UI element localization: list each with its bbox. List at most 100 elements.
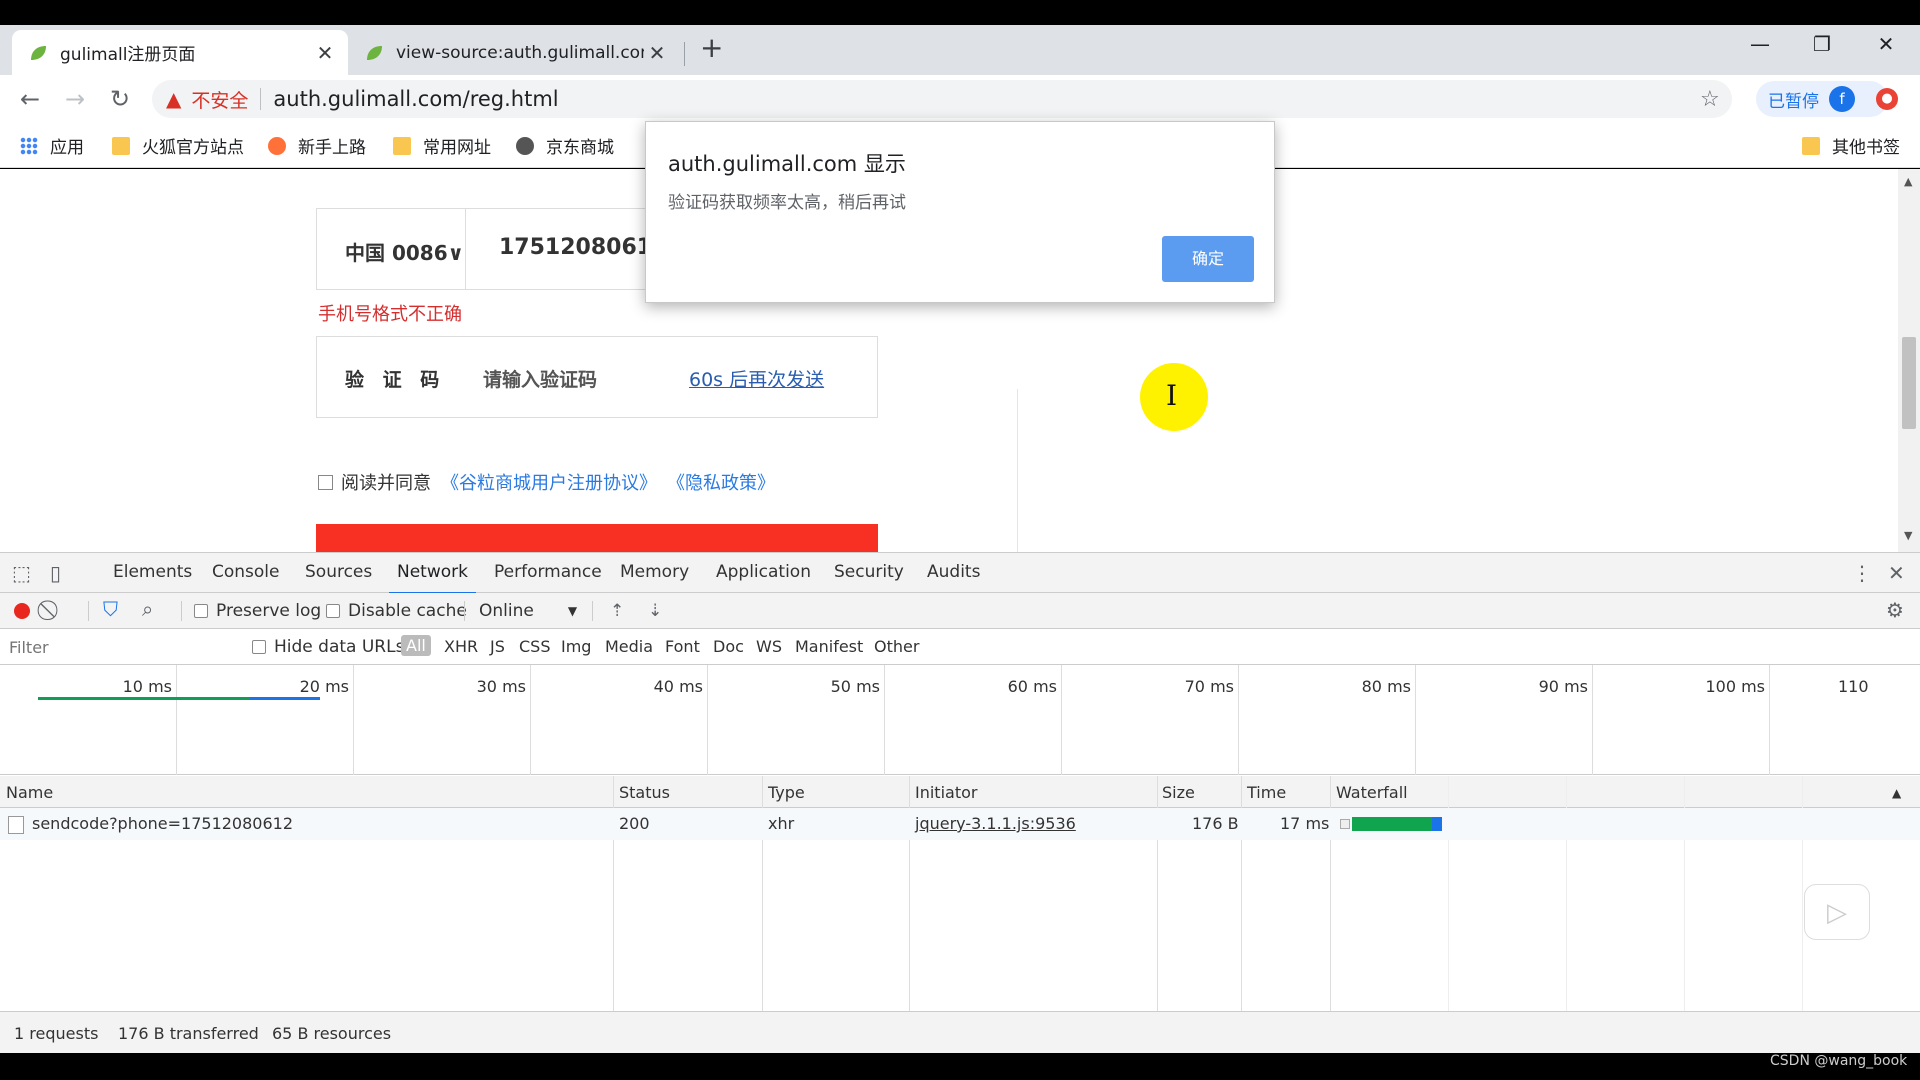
hide-data-urls-checkbox[interactable]	[252, 640, 266, 654]
page-scrollbar[interactable]: ▲ ▼	[1898, 169, 1920, 552]
user-agreement-link[interactable]: 《谷粒商城用户注册协议》	[441, 469, 657, 495]
filter-type-manifest[interactable]: Manifest	[795, 637, 863, 656]
bookmark-common-sites[interactable]: 常用网址	[393, 133, 491, 158]
tab-close-icon[interactable]: ✕	[312, 41, 338, 65]
tab-sources[interactable]: Sources	[305, 562, 372, 582]
scrollbar-thumb[interactable]	[1902, 337, 1916, 429]
timeline-tick-label: 20 ms	[299, 677, 349, 696]
request-initiator-link[interactable]: jquery-3.1.1.js:9536	[915, 814, 1076, 833]
export-har-icon[interactable]: ⇣	[648, 601, 662, 621]
table-row[interactable]: sendcode?phone=17512080612 200 xhr jquer…	[0, 808, 1920, 840]
filter-input[interactable]	[0, 633, 236, 661]
video-play-icon[interactable]: ▷	[1804, 884, 1870, 940]
tab-view-source[interactable]: view-source:auth.gulimall.com ✕	[348, 30, 680, 75]
tab-elements[interactable]: Elements	[113, 562, 192, 582]
toolbar-separator	[181, 601, 182, 621]
phone-input[interactable]: 17512080612	[499, 235, 667, 260]
tab-console[interactable]: Console	[212, 562, 280, 582]
country-code-select[interactable]: 中国 0086∨	[345, 237, 464, 266]
devtools-close-icon[interactable]: ✕	[1888, 561, 1905, 585]
reload-icon[interactable]: ↻	[104, 83, 136, 115]
preserve-log-toggle[interactable]: Preserve log	[194, 601, 321, 621]
tab-title: view-source:auth.gulimall.com	[396, 42, 644, 63]
column-name[interactable]: Name	[6, 783, 53, 802]
code-input[interactable]: 请输入验证码	[483, 365, 597, 392]
forward-arrow-icon[interactable]: →	[59, 83, 91, 115]
filter-type-ws[interactable]: WS	[756, 637, 782, 656]
import-har-icon[interactable]: ⇡	[610, 601, 624, 621]
filter-type-xhr[interactable]: XHR	[444, 637, 478, 656]
waterfall-waiting-bar[interactable]	[1352, 817, 1438, 831]
column-size[interactable]: Size	[1162, 783, 1195, 802]
filter-type-doc[interactable]: Doc	[713, 637, 744, 656]
column-status[interactable]: Status	[619, 783, 670, 802]
waterfall-queue-bar	[1340, 819, 1350, 829]
bookmark-apps[interactable]: 应用	[20, 133, 84, 158]
timeline-gridline	[1238, 665, 1239, 775]
tab-title: gulimall注册页面	[60, 45, 196, 65]
tab-security[interactable]: Security	[834, 562, 904, 582]
record-button[interactable]	[14, 603, 30, 619]
profile-button[interactable]: 已暂停 f	[1756, 81, 1888, 117]
throttle-value: Online	[479, 601, 534, 621]
disable-cache-checkbox[interactable]	[326, 604, 340, 618]
scroll-down-icon[interactable]: ▼	[1904, 529, 1912, 542]
column-initiator[interactable]: Initiator	[915, 783, 977, 802]
bookmark-jd[interactable]: 京东商城	[516, 133, 614, 158]
agree-checkbox[interactable]	[318, 474, 333, 490]
throttling-select[interactable]: Online ▼	[479, 601, 577, 621]
security-label[interactable]: 不安全	[191, 86, 248, 113]
network-overview-timeline[interactable]: 10 ms 20 ms 30 ms 40 ms 50 ms 60 ms 70 m…	[0, 665, 1920, 775]
tab-audits[interactable]: Audits	[927, 562, 980, 582]
filter-type-all[interactable]: All	[401, 635, 431, 656]
filter-type-other[interactable]: Other	[874, 637, 919, 656]
tab-memory[interactable]: Memory	[620, 562, 689, 582]
new-tab-button[interactable]: +	[700, 34, 723, 62]
alert-ok-button[interactable]: 确定	[1162, 236, 1254, 282]
register-button[interactable]	[316, 524, 878, 552]
back-arrow-icon[interactable]: ←	[14, 83, 46, 115]
settings-gear-icon[interactable]: ⚙	[1886, 598, 1904, 622]
bookmark-label: 常用网址	[423, 138, 491, 158]
resend-code-link[interactable]: 60s 后再次发送	[689, 365, 824, 392]
timeline-gridline	[353, 665, 354, 775]
scroll-up-icon[interactable]: ▲	[1904, 175, 1912, 188]
url-text[interactable]: auth.gulimall.com/reg.html	[273, 87, 558, 111]
filter-type-css[interactable]: CSS	[519, 637, 550, 656]
privacy-policy-link[interactable]: 《隐私政策》	[667, 469, 775, 495]
extension-icon[interactable]: ●	[1876, 88, 1898, 110]
preserve-log-checkbox[interactable]	[194, 604, 208, 618]
disable-cache-toggle[interactable]: Disable cache	[326, 601, 467, 621]
sort-up-icon[interactable]: ▲	[1892, 786, 1901, 800]
timeline-gridline	[1061, 665, 1062, 775]
folder-icon	[393, 136, 411, 155]
window-close-button[interactable]: ✕	[1856, 32, 1916, 56]
filter-type-img[interactable]: Img	[561, 637, 591, 656]
inspect-element-icon[interactable]: ⬚	[12, 561, 31, 585]
address-bar[interactable]: ▲ 不安全 auth.gulimall.com/reg.html	[152, 80, 1732, 118]
filter-type-font[interactable]: Font	[665, 637, 700, 656]
filter-type-js[interactable]: JS	[490, 637, 505, 656]
hide-data-urls-toggle[interactable]: Hide data URLs	[252, 637, 404, 657]
more-options-icon[interactable]: ⋮	[1852, 561, 1872, 585]
bookmark-other[interactable]: 其他书签	[1802, 133, 1900, 158]
filter-type-media[interactable]: Media	[605, 637, 653, 656]
timeline-gridline	[884, 665, 885, 775]
column-waterfall[interactable]: Waterfall	[1336, 783, 1408, 802]
column-time[interactable]: Time	[1247, 783, 1286, 802]
tab-close-icon[interactable]: ✕	[644, 41, 670, 65]
tab-performance[interactable]: Performance	[494, 562, 602, 582]
tab-network[interactable]: Network	[389, 562, 476, 594]
bookmark-getting-started[interactable]: 新手上路	[268, 133, 366, 158]
tab-application[interactable]: Application	[716, 562, 811, 582]
restore-button[interactable]: ❐	[1792, 32, 1852, 56]
filter-icon[interactable]: ⛉	[103, 597, 118, 621]
column-type[interactable]: Type	[768, 783, 805, 802]
bookmark-firefox-site[interactable]: 火狐官方站点	[112, 133, 244, 158]
bookmark-star-icon[interactable]: ☆	[1700, 87, 1720, 112]
device-toolbar-icon[interactable]: ▯	[50, 561, 61, 585]
minimize-button[interactable]: —	[1730, 32, 1790, 56]
search-icon[interactable]: ⌕	[142, 597, 153, 621]
tab-gulimall-register[interactable]: gulimall注册页面 ✕	[12, 30, 348, 75]
request-name[interactable]: sendcode?phone=17512080612	[32, 814, 293, 833]
